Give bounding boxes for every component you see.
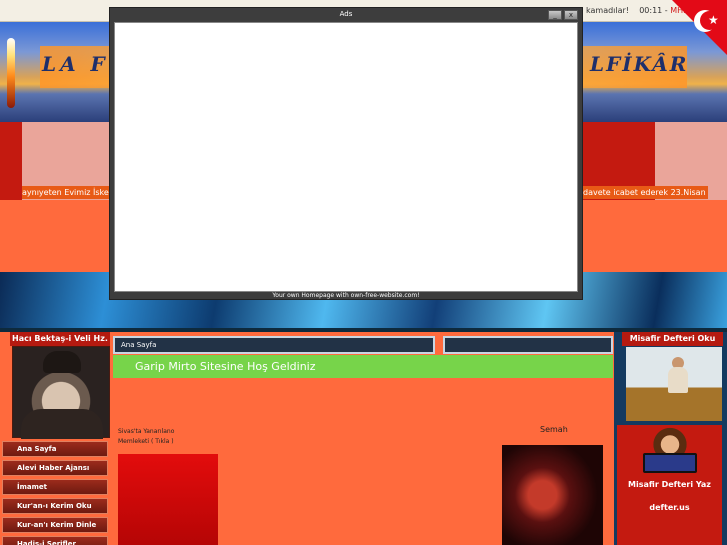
portrait-image: [12, 346, 110, 439]
person-body: [668, 367, 688, 393]
ads-modal: Ads _ x Your own Homepage with own-free-…: [109, 7, 583, 300]
close-button[interactable]: x: [564, 10, 578, 20]
portrait-coat: [21, 409, 103, 439]
left-sidebar-heading: Hacı Bektaş-i Veli Hz.: [10, 332, 110, 346]
semah-label: Semah: [540, 425, 568, 434]
book-icon: [643, 453, 697, 473]
modal-footer-link[interactable]: Your own Homepage with own-free-website.…: [110, 292, 582, 300]
star-icon: ★: [708, 13, 719, 27]
minimize-button[interactable]: _: [548, 10, 562, 20]
main-body-text: Sivas'ta Yanarılano Memleketi ( Tıkla ): [118, 427, 174, 447]
menu-item-kuran-oku[interactable]: Kur'an-ı Kerim Oku: [2, 498, 108, 514]
marquee-text: kamadılar!: [586, 6, 630, 15]
modal-content: [114, 22, 578, 292]
banner-title-right: LFİKÂR: [590, 52, 689, 76]
guestbook-site[interactable]: defter.us: [617, 503, 722, 512]
banner-title-left: LA F: [42, 52, 109, 76]
body-line-1: Sivas'ta Yanarılano: [118, 428, 175, 435]
ticker-left[interactable]: aynıyeten Evimiz İskenc: [22, 186, 110, 199]
menu-item-imamet[interactable]: İmamet: [2, 479, 108, 495]
semah-image[interactable]: [502, 445, 603, 545]
modal-controls: _ x: [548, 10, 578, 20]
ticker-right[interactable]: davete icabet ederek 23.Nisan 20: [583, 186, 708, 199]
modal-title: Ads: [339, 10, 353, 18]
menu-item-hadis[interactable]: Hadis-i Şerifler: [2, 536, 108, 545]
marquee-time: 00:11: [639, 6, 663, 15]
red-image-box: [118, 454, 218, 545]
guestbook-write-label[interactable]: Misafir Defteri Yaz: [617, 480, 722, 489]
guestbook-write-box[interactable]: Misafir Defteri Yaz defter.us: [617, 425, 722, 545]
welcome-banner: Garip Mirto Sitesine Hoş Geldiniz: [113, 355, 613, 378]
secondary-nav-bar: [443, 336, 613, 354]
menu-item-alevi-haber[interactable]: Alevi Haber Ajansı: [2, 460, 108, 476]
guestbook-read-heading[interactable]: Misafir Defteri Oku: [622, 332, 723, 346]
body-line-2[interactable]: Memleketi ( Tıkla ): [118, 437, 174, 447]
breadcrumb-ana-sayfa[interactable]: Ana Sayfa: [113, 336, 435, 354]
portrait-hat: [43, 351, 81, 373]
menu-item-ana-sayfa[interactable]: Ana Sayfa: [2, 441, 108, 457]
candle-icon: [7, 38, 15, 108]
header-left-block: [0, 122, 22, 200]
menu-item-kuran-dinle[interactable]: Kur-an'ı Kerim Dinle: [2, 517, 108, 533]
guestbook-photo[interactable]: [626, 347, 722, 421]
